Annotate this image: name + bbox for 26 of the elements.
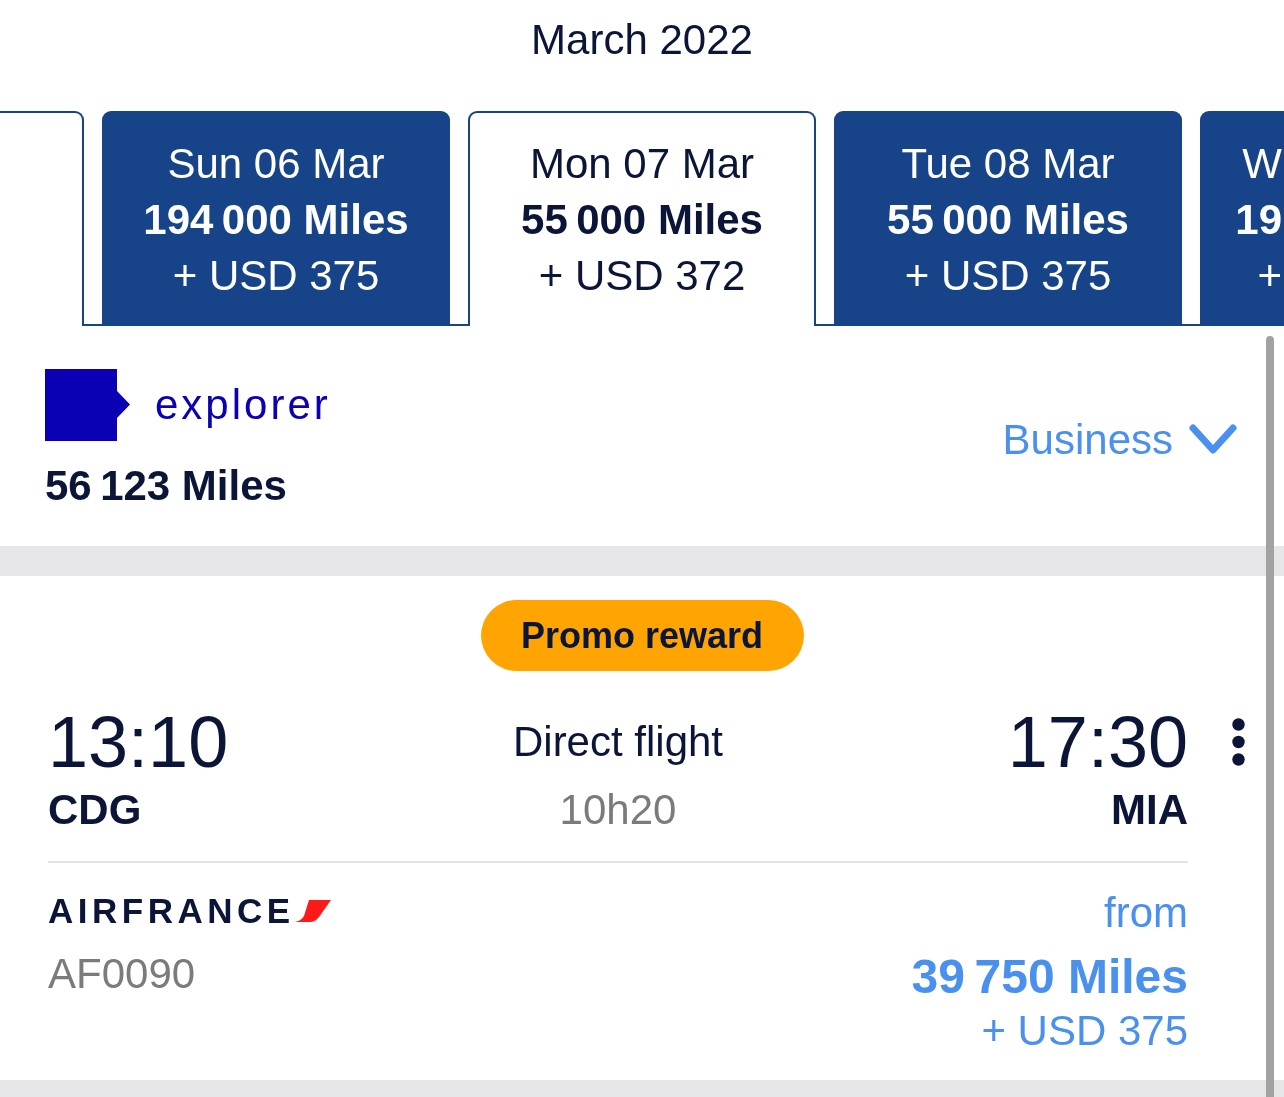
airline-name: AIRFRANCE — [48, 891, 295, 931]
month-title: March 2022 — [531, 15, 753, 65]
date-tab[interactable]: Sun 06 Mar 194 000 Miles + USD 375 — [102, 111, 450, 324]
tier-name: explorer — [155, 380, 331, 430]
arrival-time: 17:30 — [1007, 706, 1188, 778]
slash-icon — [294, 899, 331, 923]
more-options-button[interactable] — [1232, 718, 1245, 766]
flight-number: AF0090 — [48, 949, 197, 999]
scrollbar[interactable] — [1266, 336, 1274, 1097]
price-prefix: from — [1104, 888, 1188, 938]
departure-airport: CDG — [48, 787, 142, 833]
date-tab[interactable]: W 19 + — [1200, 111, 1284, 324]
arrival-airport: MIA — [1111, 787, 1188, 833]
logo-icon — [45, 369, 130, 441]
stops-label: Direct flight — [512, 717, 724, 767]
promo-badge: Promo reward — [480, 600, 804, 671]
fare-miles: 39 750 Miles — [911, 949, 1188, 1005]
date-tab[interactable]: Mon 07 Mar 55 000 Miles + USD 372 — [468, 111, 816, 326]
date-tab[interactable] — [0, 111, 84, 326]
more-icon — [1232, 718, 1245, 766]
miles-balance: 56 123 Miles — [45, 461, 288, 511]
date-tab[interactable]: Tue 08 Mar 55 000 Miles + USD 375 — [834, 111, 1182, 324]
departure-time: 13:10 — [48, 706, 229, 778]
chevron-down-icon — [1189, 424, 1237, 456]
fare-price: + USD 375 — [981, 1006, 1188, 1056]
flight-duration: 10h20 — [559, 787, 677, 833]
